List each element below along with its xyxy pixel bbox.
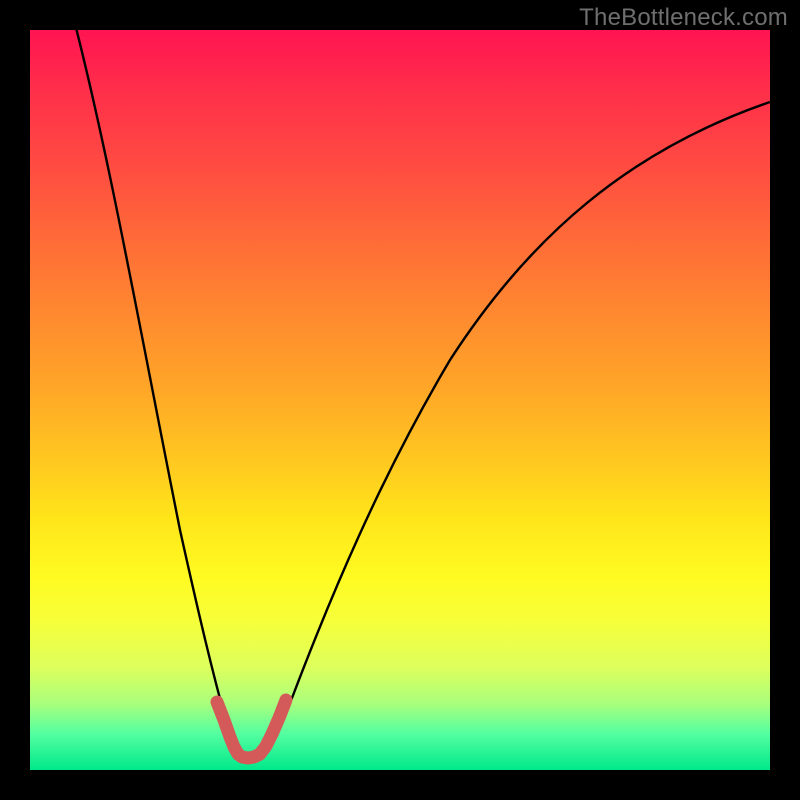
chart-frame: TheBottleneck.com xyxy=(0,0,800,800)
watermark-text: TheBottleneck.com xyxy=(579,4,788,32)
marker-overlay xyxy=(217,700,286,758)
bottleneck-curve xyxy=(74,30,770,758)
bottleneck-curve-plot xyxy=(30,30,770,770)
